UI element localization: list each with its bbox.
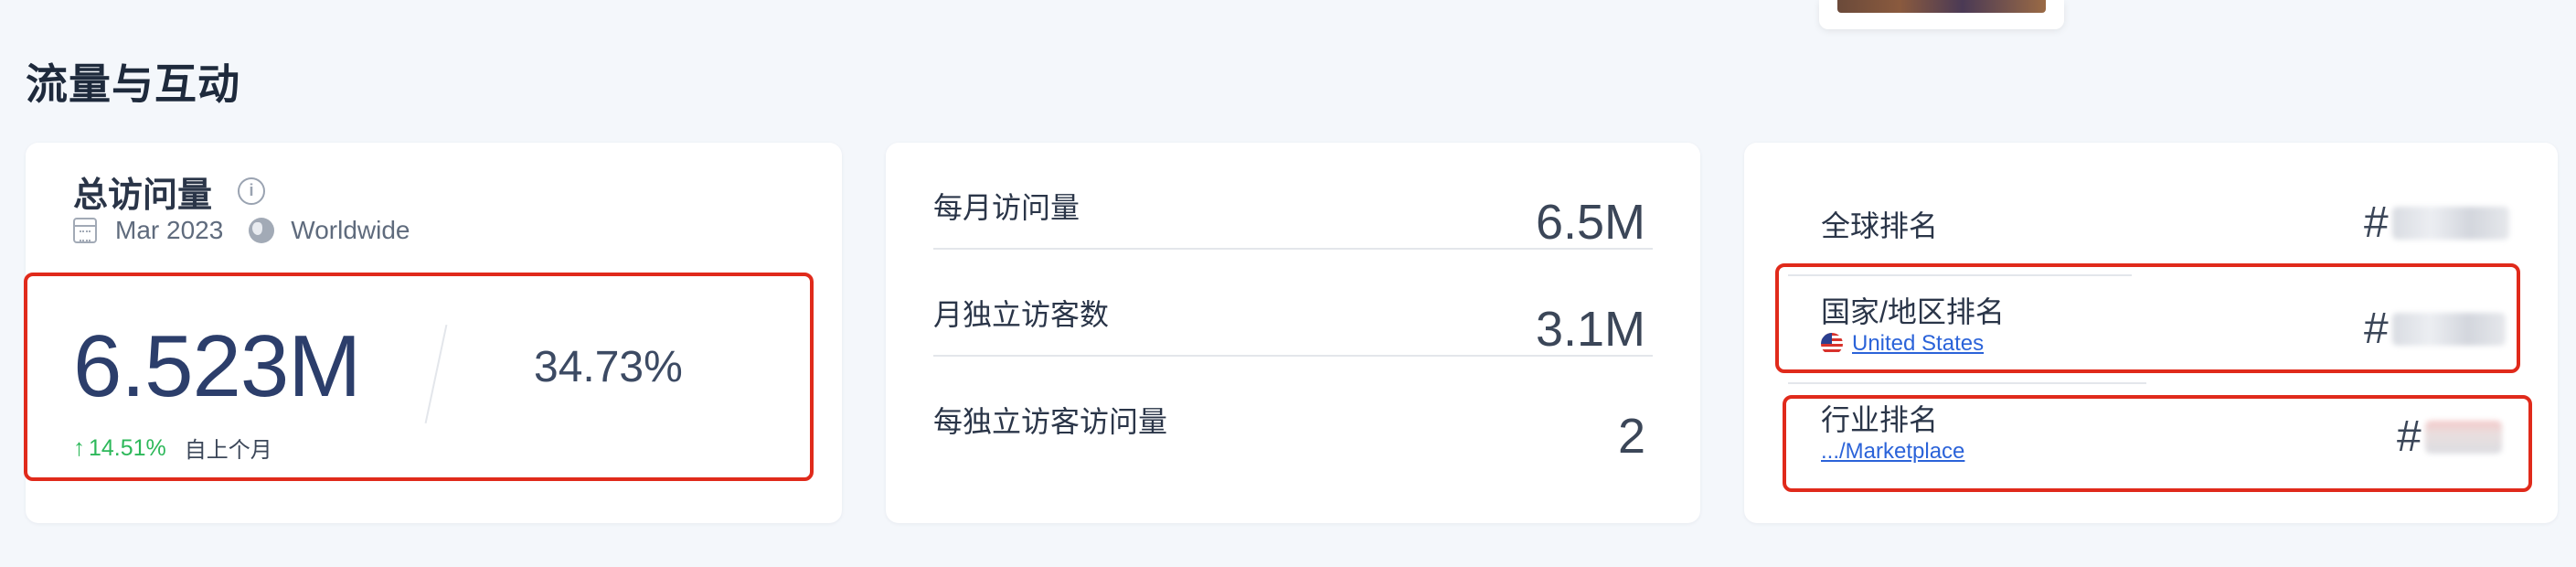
section-title: 流量与互动 (26, 60, 240, 108)
rank-prefix: # (2364, 198, 2389, 247)
global-rank-value: # (2364, 198, 2509, 248)
metric-label: 每独立访客访问量 (933, 405, 1168, 438)
thumbnail-image (1837, 0, 2046, 13)
metric-value: 3.1M (1535, 302, 1645, 357)
ranks-card: 全球排名 # 国家/地区排名 United States # 行业排名 .../… (1744, 143, 2558, 523)
highlight-box (1783, 395, 2532, 492)
info-icon[interactable]: i (238, 177, 265, 205)
metric-value: 6.5M (1535, 195, 1645, 250)
metric-row: 每月访问量 6.5M (933, 143, 1653, 250)
metric-label: 每月访问量 (933, 191, 1080, 224)
globe-icon (249, 218, 275, 243)
meta-row: Mar 2023 Worldwide (73, 216, 410, 245)
region-label: Worldwide (291, 216, 410, 244)
redacted-value (2391, 206, 2509, 240)
global-rank-label: 全球排名 (1821, 209, 1939, 242)
metric-label: 月独立访客数 (933, 298, 1110, 331)
highlight-box (24, 273, 814, 481)
total-visits-card: 总访问量 i Mar 2023 Worldwide 6.523M 34.73% … (24, 143, 842, 523)
thumbnail-card (1819, 0, 2064, 29)
metrics-card: 每月访问量 6.5M 月独立访客数 3.1M 每独立访客访问量 2 (886, 143, 1700, 523)
highlight-box (1775, 263, 2520, 373)
calendar-icon (73, 218, 97, 243)
metric-value: 2 (1617, 409, 1645, 464)
period-label: Mar 2023 (115, 216, 224, 244)
total-visits-title: 总访问量 (73, 177, 213, 215)
row-divider (1788, 382, 2146, 384)
metric-row: 每独立访客访问量 2 (933, 357, 1653, 464)
metric-row: 月独立访客数 3.1M (933, 250, 1653, 357)
